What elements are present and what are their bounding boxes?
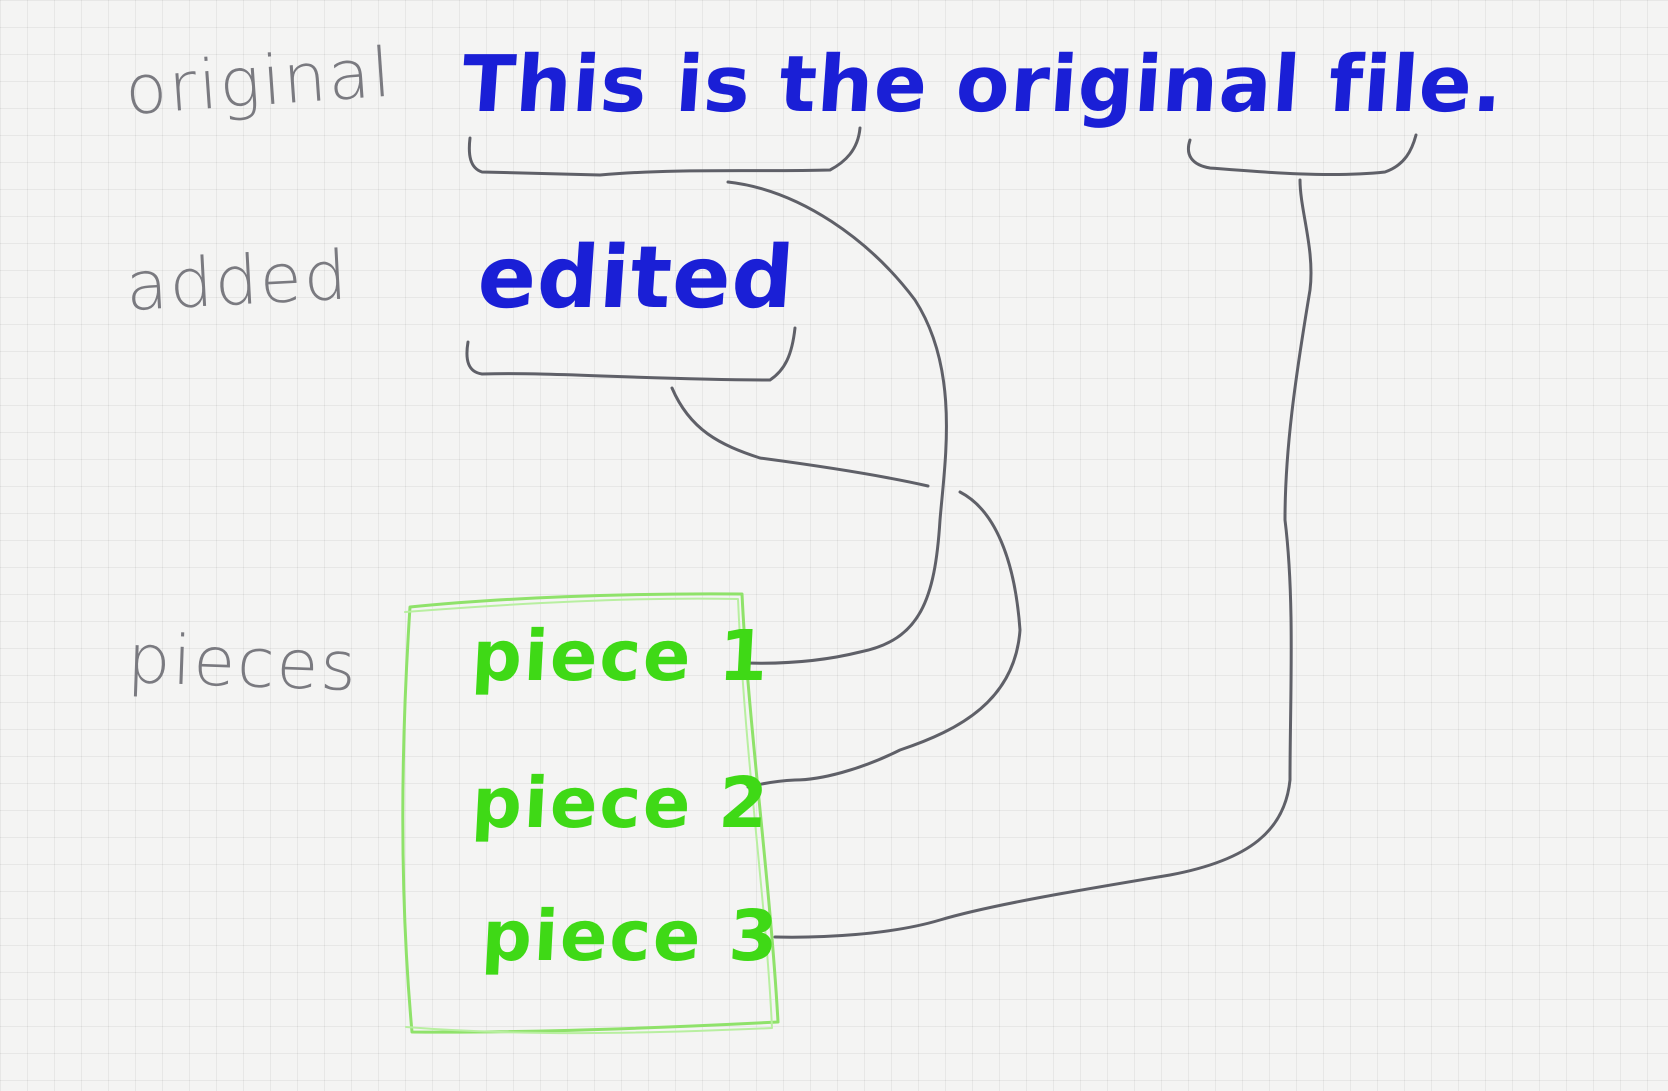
connector-file-to-piece-3 [773,178,1313,939]
label-added: added [123,236,351,327]
brace-this-is-the [467,126,862,177]
piece-1: piece 1 [469,615,772,697]
piece-3: piece 3 [479,895,782,977]
label-pieces: pieces [126,620,360,708]
diagram-canvas [401,126,1418,1035]
added-text: edited [474,228,798,328]
connector-edited-to-piece-2 [670,386,1022,789]
brace-edited [465,326,797,382]
brace-file [1186,133,1418,177]
piece-2: piece 2 [469,762,772,844]
original-text: This is the original file. [458,40,1507,130]
